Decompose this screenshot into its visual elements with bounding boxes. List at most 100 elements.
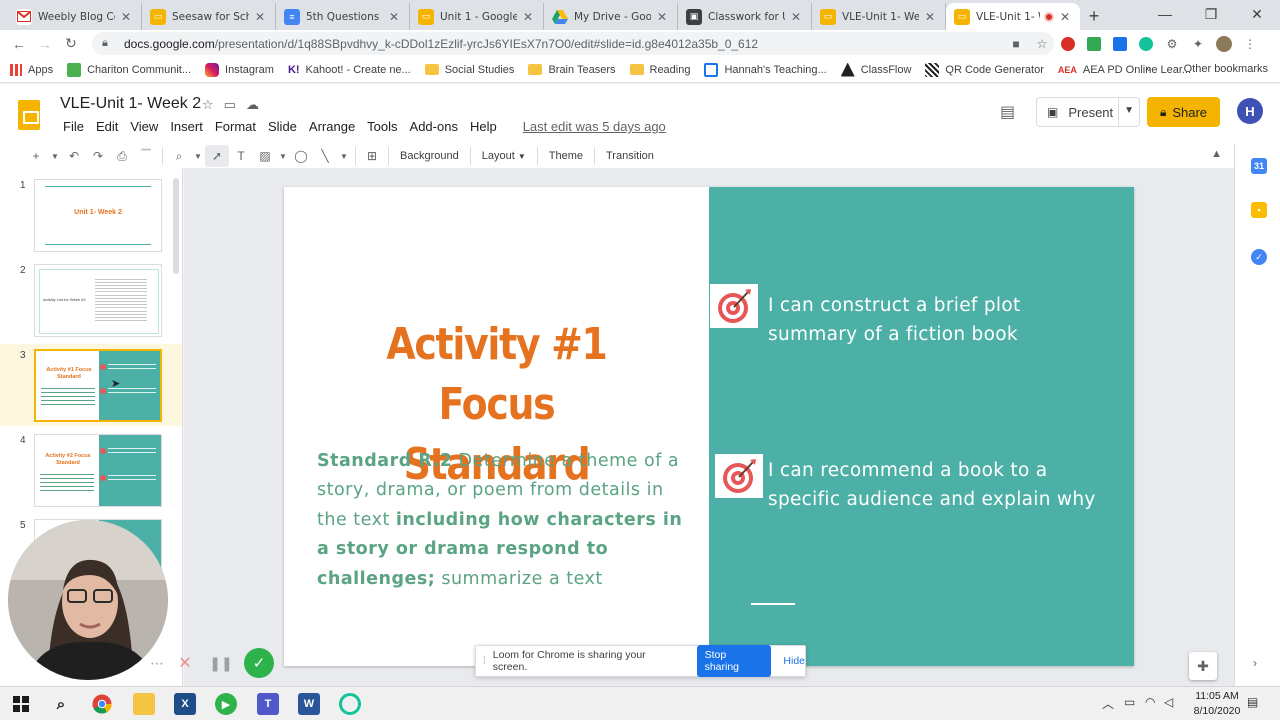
chevron-down-icon[interactable]: ▼	[48, 145, 62, 167]
other-bookmarks[interactable]: Other bookmarks	[1184, 63, 1268, 75]
search-icon[interactable]: ⌕	[50, 693, 72, 715]
print-icon[interactable]: ⎙	[110, 145, 134, 167]
browser-tab[interactable]: My Drive - Google ✕	[544, 3, 678, 30]
account-avatar[interactable]: H	[1237, 98, 1263, 124]
slide-thumbnail[interactable]: Unit 1- Week 2	[34, 179, 164, 255]
back-icon[interactable]: ←	[6, 32, 32, 56]
extension-icon[interactable]	[1107, 33, 1133, 55]
word-icon[interactable]: W	[298, 693, 320, 715]
chevron-down-icon[interactable]: ▼	[191, 145, 205, 167]
app-icon[interactable]	[339, 693, 361, 715]
menu-tools[interactable]: Tools	[362, 119, 402, 134]
slide-thumbnail[interactable]: Activity List for Week #2	[34, 264, 164, 340]
forward-icon[interactable]: →	[32, 32, 58, 56]
teams-icon[interactable]: T	[257, 693, 279, 715]
menu-slide[interactable]: Slide	[263, 119, 302, 134]
camera-icon[interactable]: ■	[1003, 33, 1029, 55]
menu-file[interactable]: File	[58, 119, 89, 134]
calendar-icon[interactable]: 31	[1251, 158, 1267, 174]
extension-icon[interactable]	[1081, 33, 1107, 55]
close-icon[interactable]: ✕	[789, 10, 803, 24]
bookmark-item[interactable]: ClassFlow	[840, 62, 911, 77]
bookmark-item[interactable]: K! Kahoot! - Create ne...	[288, 64, 411, 76]
network-icon[interactable]: ◠	[1145, 695, 1155, 709]
bookmark-folder[interactable]: Reading	[629, 64, 690, 76]
browser-tab[interactable]: ▭ Unit 1 - Google Sli ✕	[410, 3, 544, 30]
present-button[interactable]: ▣ Present ▼	[1036, 97, 1140, 127]
chrome-icon[interactable]	[91, 693, 113, 715]
comment-history-icon[interactable]: ▤	[1000, 102, 1022, 122]
pause-icon[interactable]: ❚❚	[209, 652, 232, 674]
bookmark-item[interactable]: Hannah's Teaching...	[704, 62, 827, 77]
chevron-right-icon[interactable]: ›	[1253, 656, 1257, 670]
image-icon[interactable]: ▨	[253, 145, 277, 167]
browser-tab[interactable]: ▭ Seesaw for School ✕	[142, 3, 276, 30]
puzzle-icon[interactable]: ✦	[1185, 33, 1211, 55]
bookmark-apps[interactable]: Apps	[10, 63, 53, 76]
webcam-bubble[interactable]	[8, 520, 168, 680]
chevron-down-icon[interactable]: ▼	[277, 145, 289, 167]
current-slide[interactable]: Activity #1 Focus Standard Standard R.2 …	[284, 187, 1134, 666]
chevron-up-icon[interactable]: ▲	[1211, 148, 1222, 160]
text-box-icon[interactable]: T	[229, 145, 253, 167]
paint-format-icon[interactable]: ▔	[134, 145, 158, 167]
menu-edit[interactable]: Edit	[91, 119, 123, 134]
close-window-icon[interactable]: ✕	[1234, 0, 1280, 28]
close-icon[interactable]: ✕	[655, 10, 669, 24]
undo-icon[interactable]: ↶	[62, 145, 86, 167]
keep-icon[interactable]: ▪	[1251, 202, 1267, 218]
explore-icon[interactable]: ✚	[1189, 652, 1217, 680]
bookmark-folder[interactable]: Brain Teasers	[528, 64, 616, 76]
new-tab-button[interactable]: +	[1080, 3, 1108, 30]
star-icon[interactable]: ☆	[202, 97, 214, 113]
redo-icon[interactable]: ↷	[86, 145, 110, 167]
browser-tab[interactable]: Weebly Blog Comm ✕	[8, 3, 142, 30]
reload-icon[interactable]: ↻	[58, 32, 84, 56]
close-icon[interactable]: ✕	[119, 10, 133, 24]
menu-insert[interactable]: Insert	[165, 119, 208, 134]
transition-button[interactable]: Transition	[599, 150, 661, 162]
address-bar[interactable]: 🔒︎ docs.google.com/presentation/d/1q88SB…	[92, 32, 1054, 55]
share-button[interactable]: 🔒︎ Share	[1147, 97, 1220, 127]
tasks-icon[interactable]: ✓	[1251, 249, 1267, 265]
theme-button[interactable]: Theme	[542, 150, 590, 162]
bookmarks-overflow-icon[interactable]: »	[1145, 63, 1151, 75]
bookmark-item[interactable]: Chariton Communit...	[67, 62, 191, 77]
bookmark-folder[interactable]: Social Studies	[424, 64, 514, 76]
bookmark-item[interactable]: Instagram	[205, 62, 274, 77]
app-icon[interactable]: ▶	[215, 693, 237, 715]
close-icon[interactable]: ✕	[923, 10, 937, 24]
notifications-icon[interactable]: ▤	[1247, 695, 1258, 709]
select-icon[interactable]: ➚	[205, 145, 229, 167]
menu-arrange[interactable]: Arrange	[304, 119, 360, 134]
slide-thumbnail[interactable]: Activity #2 Focus Standard	[34, 434, 164, 510]
document-title[interactable]: VLE-Unit 1- Week 2	[60, 95, 201, 113]
cloud-saved-icon[interactable]: ☁	[246, 97, 259, 113]
stop-sharing-button[interactable]: Stop sharing	[696, 645, 772, 677]
cancel-recording-icon[interactable]: ✕	[174, 652, 196, 674]
browser-tab[interactable]: ≡ 5th Questions RTL ✕	[276, 3, 410, 30]
last-edit-link[interactable]: Last edit was 5 days ago	[518, 119, 671, 134]
slides-logo-icon[interactable]	[18, 100, 40, 130]
menu-view[interactable]: View	[125, 119, 163, 134]
close-icon[interactable]: ✕	[253, 10, 267, 24]
profile-avatar[interactable]	[1211, 33, 1237, 55]
extension-icon[interactable]: ⚙	[1159, 33, 1185, 55]
bookmark-item[interactable]: QR Code Generator	[925, 62, 1044, 77]
chevron-down-icon[interactable]: ▼	[1124, 105, 1134, 116]
tray-chevron-icon[interactable]: ︿	[1102, 695, 1114, 712]
maximize-icon[interactable]: ❐	[1188, 0, 1234, 28]
file-explorer-icon[interactable]	[133, 693, 155, 715]
move-folder-icon[interactable]: ▭	[224, 97, 236, 113]
menu-addons[interactable]: Add-ons	[405, 119, 463, 134]
menu-help[interactable]: Help	[465, 119, 502, 134]
hide-button[interactable]: Hide	[783, 655, 805, 667]
browser-tab[interactable]: ▣ Classwork for Unit ✕	[678, 3, 812, 30]
close-icon[interactable]: ✕	[387, 10, 401, 24]
browser-tab[interactable]: ▭ VLE-Unit 1- Week ✕	[812, 3, 946, 30]
more-icon[interactable]: ⋯	[150, 655, 172, 672]
adblock-icon[interactable]	[1055, 33, 1081, 55]
more-icon[interactable]: ⋮	[1237, 33, 1263, 55]
star-icon[interactable]: ☆	[1029, 33, 1055, 55]
slide-canvas[interactable]: Activity #1 Focus Standard Standard R.2 …	[184, 168, 1234, 686]
